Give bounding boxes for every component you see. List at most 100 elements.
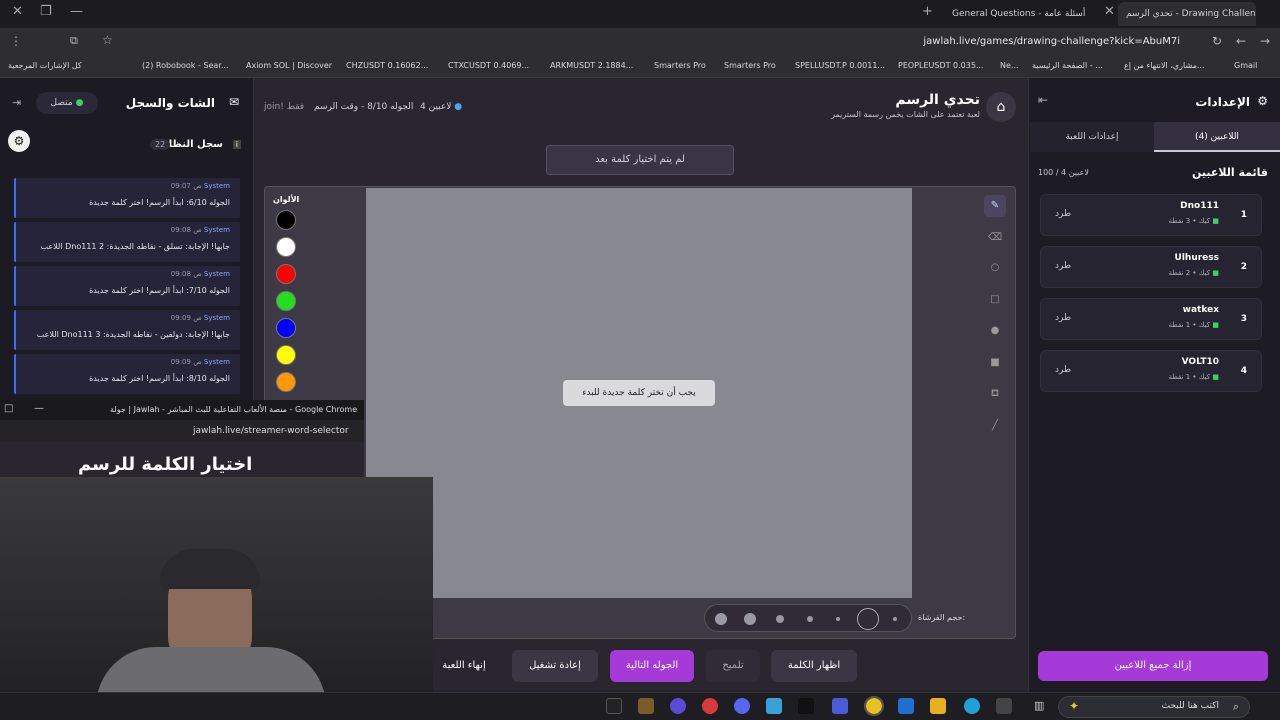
chat-icon: ✉ — [228, 95, 239, 109]
discord-icon[interactable] — [734, 698, 750, 714]
close-tab-icon[interactable]: ✕ — [1104, 4, 1115, 19]
overlay-url[interactable]: jawlah.live/streamer-word-selector — [193, 426, 349, 436]
player-rank: 1 — [1240, 210, 1247, 220]
file-explorer-icon[interactable] — [930, 698, 946, 714]
message-header: 09:09 ص System — [171, 358, 230, 366]
app-icon[interactable] — [702, 698, 718, 714]
end-game-button[interactable]: إنهاء اللعبة — [434, 650, 494, 682]
filled-rectangle-tool-icon[interactable]: ■ — [984, 352, 1006, 374]
players-status-label: 4 لاعبين — [420, 102, 452, 112]
line-tool-icon[interactable]: ╱ — [984, 415, 1006, 437]
bookmark-ctxc[interactable]: CTXCUSDT 0.4069... — [448, 61, 529, 70]
tab-drawing-challenge[interactable]: تحدي الرسم - Drawing Challenge — [1118, 2, 1256, 26]
message-sender: System — [203, 270, 230, 278]
bookmark-axiom[interactable]: Axiom SOL | Discover — [246, 61, 332, 70]
show-word-button[interactable]: اظهار الكلمة — [771, 650, 857, 682]
color-swatch-red[interactable] — [276, 264, 296, 284]
brush-size-5[interactable] — [776, 615, 784, 623]
brush-size-6[interactable] — [744, 613, 756, 625]
bookmark-star-icon[interactable]: ☆ — [102, 33, 113, 47]
epic-games-icon[interactable] — [606, 698, 622, 714]
hint-button[interactable]: تلميح — [706, 650, 760, 682]
new-tab-icon[interactable]: + — [922, 4, 933, 19]
steam-icon[interactable]: ⚙ — [8, 130, 30, 152]
url-field[interactable]: jawlah.live/games/drawing-challenge?kick… — [923, 36, 1180, 47]
status-label: متصل — [50, 98, 73, 108]
message-header: 09:09 ص System — [171, 314, 230, 322]
close-window-icon[interactable]: ✕ — [12, 4, 23, 19]
app-icon[interactable] — [638, 698, 654, 714]
bookmark-chz[interactable]: CHZUSDT 0.16062... — [346, 61, 428, 70]
kick-button[interactable]: طرد — [1055, 313, 1071, 323]
app-icon[interactable] — [670, 698, 686, 714]
bookmark-gmail[interactable]: Gmail — [1234, 61, 1257, 70]
bookmark-all[interactable]: كل الإشارات المرجعية — [8, 61, 82, 70]
minimize-window-icon[interactable]: — — [34, 403, 44, 414]
restore-window-icon[interactable]: □ — [4, 403, 13, 414]
edge-icon[interactable] — [964, 698, 980, 714]
tab-game-settings[interactable]: إعدادات اللعبة — [1030, 122, 1154, 152]
color-swatch-blue[interactable] — [276, 318, 296, 338]
forward-icon[interactable]: → — [1260, 34, 1270, 48]
app-icon[interactable] — [832, 698, 848, 714]
message-sender: System — [203, 314, 230, 322]
player-row: 2 Ulhuress كيك • 2 نقطة ■ طرد — [1040, 246, 1262, 288]
bookmark-smarters-1[interactable]: Smarters Pro — [654, 61, 706, 70]
brush-size-2-selected[interactable] — [857, 608, 879, 630]
color-swatch-green[interactable] — [276, 291, 296, 311]
color-swatch-black[interactable] — [276, 210, 296, 230]
eraser-tool-icon[interactable]: ⌫ — [984, 227, 1006, 249]
bookmark-people[interactable]: PEOPLEUSDT 0.035... — [898, 61, 984, 70]
kick-button[interactable]: طرد — [1055, 365, 1071, 375]
fill-bucket-icon[interactable]: ⛾ — [984, 383, 1006, 405]
reload-icon[interactable]: ↻ — [1212, 34, 1222, 48]
tab-general-questions[interactable]: General Questions - أسئلة عامة — [944, 2, 1094, 26]
pencil-tool-icon[interactable]: ✎ — [984, 195, 1006, 217]
color-swatch-yellow[interactable] — [276, 345, 296, 365]
tab-players[interactable]: اللاعبين (4) — [1154, 122, 1280, 152]
task-view-icon[interactable]: ▥ — [1034, 699, 1044, 712]
collapse-panel-icon[interactable]: ⇥ — [12, 96, 21, 109]
filled-circle-tool-icon[interactable]: ● — [984, 320, 1006, 342]
bookmark-spell[interactable]: SPELLUSDT.P 0.0011... — [795, 61, 885, 70]
restore-window-icon[interactable]: ❐ — [40, 4, 52, 19]
circle-tool-icon[interactable]: ○ — [984, 257, 1006, 279]
kick-button[interactable]: طرد — [1055, 261, 1071, 271]
player-points-label: كيك • 3 نقطة — [1168, 217, 1211, 225]
settings-title: الإعدادات — [1195, 95, 1250, 109]
extensions-icon[interactable]: ⧉ — [70, 34, 78, 48]
brush-size-3[interactable] — [836, 617, 840, 621]
next-round-button[interactable]: الجوله التالية — [610, 650, 694, 682]
brush-size-7[interactable] — [715, 613, 727, 625]
home-icon[interactable]: ⌂ — [986, 92, 1016, 122]
message-text: الجوله 8/10: ابدأ الرسم! اختر كلمة جديدة — [89, 374, 230, 383]
join-hint: join! فقط — [264, 102, 305, 112]
overlay-address-bar: jawlah.live/streamer-word-selector — [0, 420, 364, 442]
minimize-window-icon[interactable]: — — [70, 4, 83, 19]
collapse-settings-icon[interactable]: ⇤ — [1038, 93, 1048, 107]
message-header: 09:08 ص System — [171, 270, 230, 278]
back-icon[interactable]: ← — [1236, 34, 1246, 48]
remove-all-players-button[interactable]: إزالة جميع اللاعبين — [1038, 651, 1268, 681]
rectangle-tool-icon[interactable]: □ — [984, 289, 1006, 311]
chrome-icon[interactable] — [864, 696, 884, 716]
menu-icon[interactable]: ⋮ — [10, 34, 22, 48]
search-box[interactable]: اكتب هنا للبحث ⌕ ✦ — [1058, 696, 1250, 718]
brush-size-4[interactable] — [807, 616, 813, 622]
brush-size-1[interactable] — [893, 617, 897, 621]
bookmark-smarters-2[interactable]: Smarters Pro — [724, 61, 776, 70]
color-swatch-white[interactable] — [276, 237, 296, 257]
app-icon[interactable] — [898, 698, 914, 714]
app-icon[interactable] — [996, 698, 1012, 714]
bookmark-robobook[interactable]: (2) Robobook - Sear... — [142, 61, 229, 70]
bookmark-home[interactable]: الصفحة الرئيسية - ... — [1032, 61, 1103, 70]
kick-button[interactable]: طرد — [1055, 209, 1071, 219]
color-swatch-orange[interactable] — [276, 372, 296, 392]
player-name: Dno111 — [1180, 201, 1219, 211]
app-icon[interactable] — [766, 698, 782, 714]
bookmark-ne[interactable]: Ne... — [1000, 61, 1019, 70]
restart-button[interactable]: إعادة تشغيل — [512, 650, 598, 682]
tiktok-icon[interactable] — [798, 698, 814, 714]
bookmark-arkm[interactable]: ARKMUSDT 2.1884... — [550, 61, 633, 70]
bookmark-mishari[interactable]: مشاري، الانتهاء من إع... — [1124, 61, 1205, 70]
